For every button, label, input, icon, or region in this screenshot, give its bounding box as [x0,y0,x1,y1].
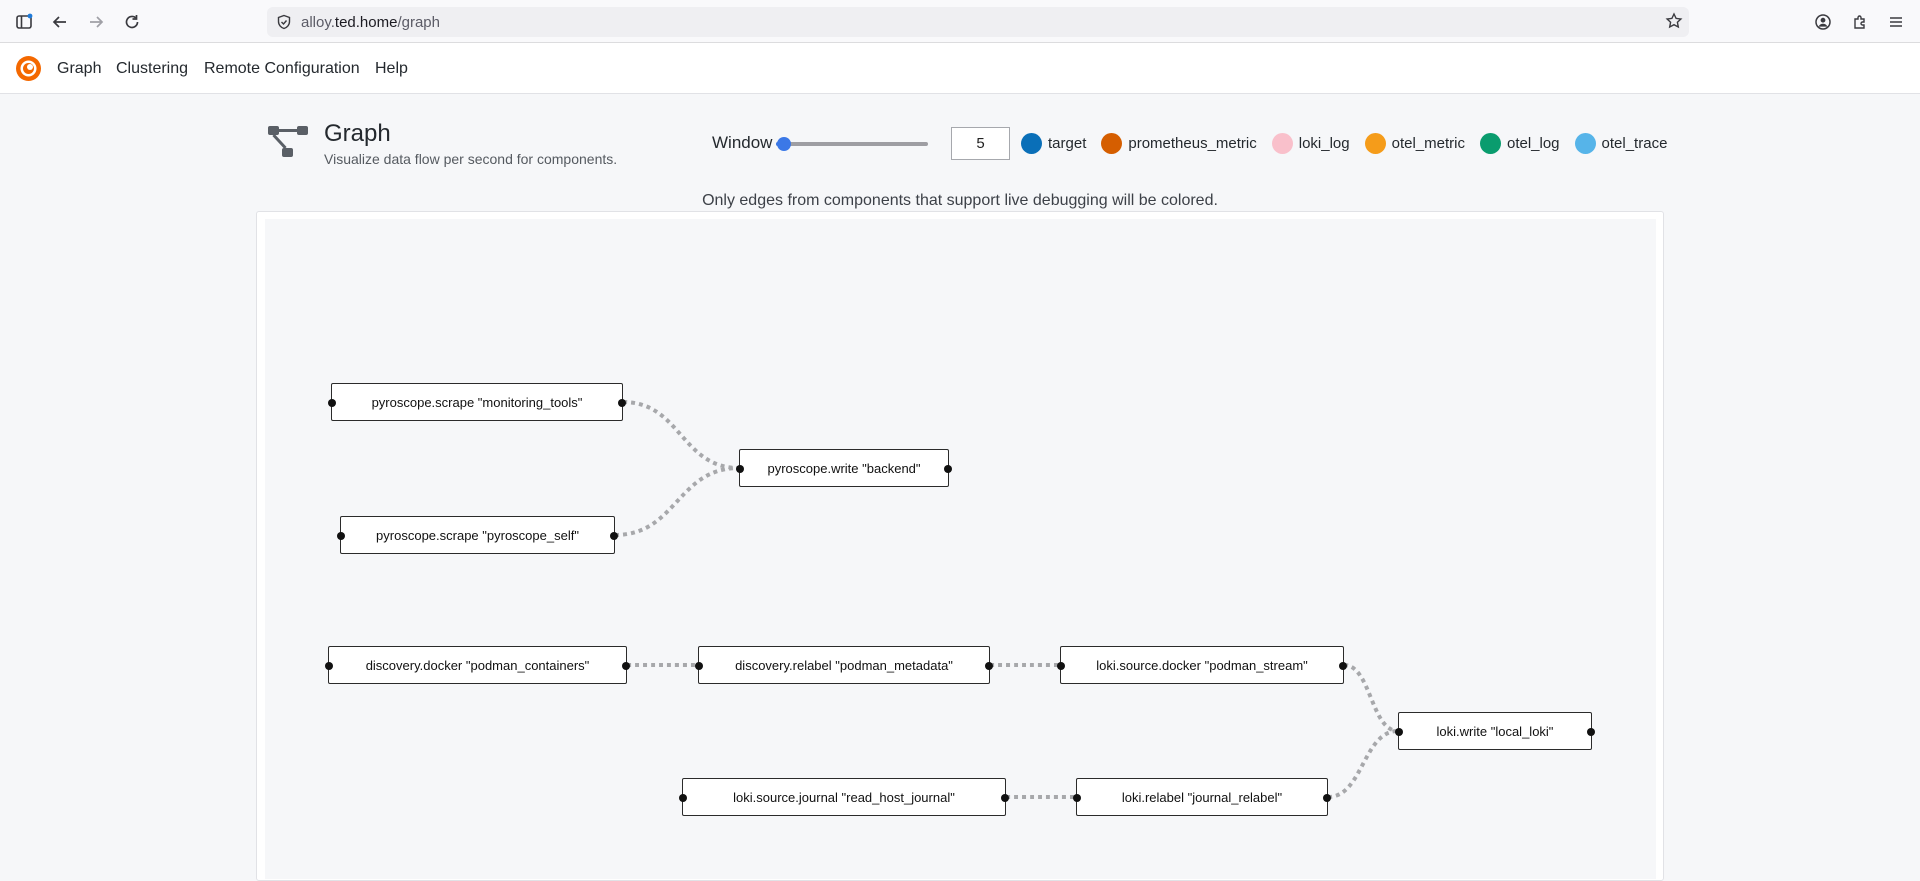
graph-node[interactable]: loki.source.docker "podman_stream" [1057,646,1347,684]
nav-remote-configuration[interactable]: Remote Configuration [204,60,360,78]
graph-node-label: loki.source.journal "read_host_journal" [733,789,955,805]
url-text: alloy.ted.home/graph [301,14,440,31]
legend-label: otel_metric [1391,134,1465,152]
url-subdomain: alloy. [301,14,335,31]
legend-swatch [1574,132,1596,154]
graph-node-label: pyroscope.scrape "monitoring_tools" [371,394,583,410]
app-navbar: Graph Clustering Remote Configuration He… [0,43,1920,94]
browser-toolbar: alloy.ted.home/graph [0,0,1920,43]
graph-node[interactable]: pyroscope.write "backend" [736,449,952,487]
slider-thumb[interactable] [777,137,791,151]
graph-node[interactable]: pyroscope.scrape "monitoring_tools" [328,383,626,421]
input-port [1057,662,1065,670]
graph-node-label: loki.write "local_loki" [1436,723,1554,739]
output-port [1323,794,1331,802]
input-port [679,794,687,802]
legend-label: otel_trace [1601,134,1668,152]
graph-node[interactable]: loki.relabel "journal_relabel" [1073,778,1331,816]
output-port [610,532,618,540]
legend-item-otel-log: otel_log [1479,132,1560,154]
bookmark-star-icon[interactable] [1665,12,1683,35]
output-port [1339,662,1347,670]
graph-node-label: pyroscope.scrape "pyroscope_self" [376,527,579,543]
input-port [325,662,333,670]
nav-graph[interactable]: Graph [57,60,101,78]
output-port [1001,794,1009,802]
window-input[interactable] [951,127,1010,160]
graph-node-label: loki.source.docker "podman_stream" [1096,657,1308,673]
graph-node-label: pyroscope.write "backend" [767,460,921,476]
legend-swatch [1364,132,1386,154]
graph-icon [266,122,310,160]
legend-item-prometheus-metric: prometheus_metric [1101,132,1257,154]
output-port [985,662,993,670]
input-port [1395,728,1403,736]
slider-track[interactable] [776,142,928,146]
legend-label: prometheus_metric [1128,134,1257,152]
graph-node-label: loki.relabel "journal_relabel" [1121,789,1283,805]
graph-node[interactable]: discovery.relabel "podman_metadata" [695,646,993,684]
address-bar[interactable]: alloy.ted.home/graph [267,7,1689,37]
window-slider[interactable] [776,134,928,152]
graph-node[interactable]: discovery.docker "podman_containers" [325,646,630,684]
legend-item-loki-log: loki_log [1271,132,1350,154]
legend-label: loki_log [1298,134,1350,152]
graph-node[interactable]: pyroscope.scrape "pyroscope_self" [337,516,618,554]
legend-swatch [1101,132,1123,154]
alloy-logo-icon[interactable] [15,55,42,82]
legend: target prometheus_metric loki_log otel_metr… [1021,132,1682,154]
legend-swatch [1271,132,1293,154]
nav-clustering[interactable]: Clustering [116,60,188,78]
graph-node-label: discovery.docker "podman_containers" [365,657,590,673]
input-port [337,532,345,540]
back-icon[interactable] [48,10,72,34]
input-port [736,465,744,473]
legend-swatch [1479,132,1501,154]
url-host: ted.home [334,14,398,31]
legend-item-otel-trace: otel_trace [1574,132,1668,154]
live-debugging-note: Only edges from components that support … [702,192,1218,209]
graph-node[interactable]: loki.source.journal "read_host_journal" [679,778,1009,816]
extensions-icon[interactable] [1848,10,1872,34]
legend-swatch [1021,132,1042,154]
legend-label: otel_log [1506,134,1560,152]
url-path: /graph [397,14,440,31]
output-port [618,399,626,407]
shield-icon[interactable] [276,14,292,35]
window-label: Window [712,133,773,152]
legend-label: target [1048,134,1087,152]
input-port [695,662,703,670]
page-subtitle: Visualize data flow per second for compo… [324,151,618,167]
sidebar-toggle-icon[interactable] [12,10,36,34]
reload-icon[interactable] [120,10,144,34]
input-port [328,399,336,407]
input-port [1073,794,1081,802]
graph-node-label: discovery.relabel "podman_metadata" [735,657,953,673]
legend-item-target: target [1021,132,1087,154]
nav-help[interactable]: Help [375,60,408,78]
page-title: Graph [324,120,391,147]
graph-node[interactable]: loki.write "local_loki" [1395,712,1595,750]
legend-item-otel-metric: otel_metric [1364,132,1465,154]
output-port [944,465,952,473]
forward-icon[interactable] [84,10,108,34]
output-port [622,662,630,670]
output-port [1587,728,1595,736]
menu-icon[interactable] [1884,10,1908,34]
account-icon[interactable] [1811,10,1835,34]
